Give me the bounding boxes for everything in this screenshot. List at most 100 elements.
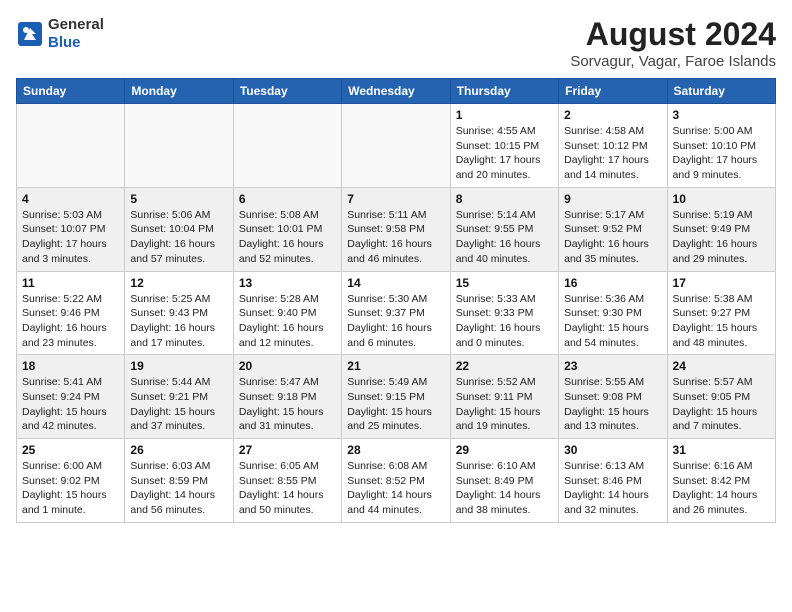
day-info: Sunrise: 5:33 AMSunset: 9:33 PMDaylight:… (456, 292, 553, 351)
calendar-cell: 29 Sunrise: 6:10 AMSunset: 8:49 PMDayligh… (450, 439, 558, 523)
calendar-cell: 31 Sunrise: 6:16 AMSunset: 8:42 PMDayligh… (667, 439, 775, 523)
day-number: 19 (130, 359, 227, 373)
day-info: Sunrise: 4:58 AMSunset: 10:12 PMDaylight… (564, 124, 661, 183)
day-number: 13 (239, 276, 336, 290)
calendar-cell: 9 Sunrise: 5:17 AMSunset: 9:52 PMDaylight… (559, 187, 667, 271)
calendar-cell: 11 Sunrise: 5:22 AMSunset: 9:46 PMDayligh… (17, 271, 125, 355)
calendar-cell: 7Sunrise: 5:11 AMSunset: 9:58 PMDaylight… (342, 187, 450, 271)
day-info: Sunrise: 5:17 AMSunset: 9:52 PMDaylight:… (564, 208, 661, 267)
weekday-header-thursday: Thursday (450, 79, 558, 104)
day-info: Sunrise: 5:08 AMSunset: 10:01 PMDaylight… (239, 208, 336, 267)
day-info: Sunrise: 5:22 AMSunset: 9:46 PMDaylight:… (22, 292, 119, 351)
day-info: Sunrise: 6:16 AMSunset: 8:42 PMDaylight:… (673, 459, 770, 518)
day-number: 4 (22, 192, 119, 206)
calendar-week-2: 4 Sunrise: 5:03 AMSunset: 10:07 PMDayligh… (17, 187, 776, 271)
logo-icon (16, 20, 44, 48)
day-info: Sunrise: 5:57 AMSunset: 9:05 PMDaylight:… (673, 375, 770, 434)
calendar-cell: 26Sunrise: 6:03 AMSunset: 8:59 PMDayligh… (125, 439, 233, 523)
day-info: Sunrise: 5:36 AMSunset: 9:30 PMDaylight:… (564, 292, 661, 351)
day-number: 11 (22, 276, 119, 290)
calendar-cell: 2 Sunrise: 4:58 AMSunset: 10:12 PMDayligh… (559, 104, 667, 188)
calendar-week-5: 25Sunrise: 6:00 AMSunset: 9:02 PMDayligh… (17, 439, 776, 523)
day-info: Sunrise: 5:25 AMSunset: 9:43 PMDaylight:… (130, 292, 227, 351)
calendar-cell: 22 Sunrise: 5:52 AMSunset: 9:11 PMDayligh… (450, 355, 558, 439)
day-info: Sunrise: 5:14 AMSunset: 9:55 PMDaylight:… (456, 208, 553, 267)
day-number: 9 (564, 192, 661, 206)
calendar-body: 1 Sunrise: 4:55 AMSunset: 10:15 PMDayligh… (17, 104, 776, 523)
day-number: 18 (22, 359, 119, 373)
calendar-cell: 21 Sunrise: 5:49 AMSunset: 9:15 PMDayligh… (342, 355, 450, 439)
day-info: Sunrise: 5:52 AMSunset: 9:11 PMDaylight:… (456, 375, 553, 434)
day-info: Sunrise: 5:30 AMSunset: 9:37 PMDaylight:… (347, 292, 444, 351)
weekday-header-friday: Friday (559, 79, 667, 104)
day-number: 15 (456, 276, 553, 290)
calendar-cell: 12 Sunrise: 5:25 AMSunset: 9:43 PMDayligh… (125, 271, 233, 355)
calendar-table: SundayMondayTuesdayWednesdayThursdayFrid… (16, 78, 776, 523)
day-info: Sunrise: 5:03 AMSunset: 10:07 PMDaylight… (22, 208, 119, 267)
day-number: 2 (564, 108, 661, 122)
day-number: 3 (673, 108, 770, 122)
day-number: 24 (673, 359, 770, 373)
calendar-cell (125, 104, 233, 188)
day-info: Sunrise: 5:00 AMSunset: 10:10 PMDaylight… (673, 124, 770, 183)
calendar-cell: 10Sunrise: 5:19 AMSunset: 9:49 PMDayligh… (667, 187, 775, 271)
day-info: Sunrise: 6:13 AMSunset: 8:46 PMDaylight:… (564, 459, 661, 518)
day-number: 22 (456, 359, 553, 373)
day-number: 17 (673, 276, 770, 290)
day-info: Sunrise: 5:19 AMSunset: 9:49 PMDaylight:… (673, 208, 770, 267)
calendar-cell: 27 Sunrise: 6:05 AMSunset: 8:55 PMDayligh… (233, 439, 341, 523)
calendar-week-1: 1 Sunrise: 4:55 AMSunset: 10:15 PMDayligh… (17, 104, 776, 188)
day-info: Sunrise: 5:49 AMSunset: 9:15 PMDaylight:… (347, 375, 444, 434)
day-number: 6 (239, 192, 336, 206)
day-info: Sunrise: 6:10 AMSunset: 8:49 PMDaylight:… (456, 459, 553, 518)
weekday-header-monday: Monday (125, 79, 233, 104)
day-info: Sunrise: 5:47 AMSunset: 9:18 PMDaylight:… (239, 375, 336, 434)
calendar-week-4: 18 Sunrise: 5:41 AMSunset: 9:24 PMDayligh… (17, 355, 776, 439)
logo-blue: Blue (48, 34, 104, 52)
day-info: Sunrise: 5:55 AMSunset: 9:08 PMDaylight:… (564, 375, 661, 434)
day-number: 28 (347, 443, 444, 457)
month-year: August 2024 (570, 16, 776, 53)
calendar-cell: 16Sunrise: 5:36 AMSunset: 9:30 PMDayligh… (559, 271, 667, 355)
day-info: Sunrise: 6:00 AMSunset: 9:02 PMDaylight:… (22, 459, 119, 518)
logo-general: General (48, 16, 104, 34)
day-info: Sunrise: 6:08 AMSunset: 8:52 PMDaylight:… (347, 459, 444, 518)
day-number: 12 (130, 276, 227, 290)
page-header: General Blue August 2024 Sorvagur, Vagar… (16, 16, 776, 70)
day-info: Sunrise: 5:44 AMSunset: 9:21 PMDaylight:… (130, 375, 227, 434)
calendar-cell (233, 104, 341, 188)
day-number: 31 (673, 443, 770, 457)
calendar-cell: 1 Sunrise: 4:55 AMSunset: 10:15 PMDayligh… (450, 104, 558, 188)
calendar-cell: 13 Sunrise: 5:28 AMSunset: 9:40 PMDayligh… (233, 271, 341, 355)
calendar-week-3: 11 Sunrise: 5:22 AMSunset: 9:46 PMDayligh… (17, 271, 776, 355)
day-info: Sunrise: 5:41 AMSunset: 9:24 PMDaylight:… (22, 375, 119, 434)
day-info: Sunrise: 4:55 AMSunset: 10:15 PMDaylight… (456, 124, 553, 183)
day-number: 27 (239, 443, 336, 457)
day-info: Sunrise: 5:28 AMSunset: 9:40 PMDaylight:… (239, 292, 336, 351)
calendar-cell: 18 Sunrise: 5:41 AMSunset: 9:24 PMDayligh… (17, 355, 125, 439)
day-info: Sunrise: 6:05 AMSunset: 8:55 PMDaylight:… (239, 459, 336, 518)
calendar-cell: 14 Sunrise: 5:30 AMSunset: 9:37 PMDayligh… (342, 271, 450, 355)
day-number: 5 (130, 192, 227, 206)
day-number: 29 (456, 443, 553, 457)
day-number: 23 (564, 359, 661, 373)
calendar-cell: 30Sunrise: 6:13 AMSunset: 8:46 PMDayligh… (559, 439, 667, 523)
day-number: 1 (456, 108, 553, 122)
calendar-cell (342, 104, 450, 188)
day-info: Sunrise: 5:38 AMSunset: 9:27 PMDaylight:… (673, 292, 770, 351)
weekday-header-saturday: Saturday (667, 79, 775, 104)
calendar-cell: 8Sunrise: 5:14 AMSunset: 9:55 PMDaylight… (450, 187, 558, 271)
calendar-cell: 15 Sunrise: 5:33 AMSunset: 9:33 PMDayligh… (450, 271, 558, 355)
calendar-header-row: SundayMondayTuesdayWednesdayThursdayFrid… (17, 79, 776, 104)
day-number: 14 (347, 276, 444, 290)
calendar-cell: 6 Sunrise: 5:08 AMSunset: 10:01 PMDayligh… (233, 187, 341, 271)
day-info: Sunrise: 5:06 AMSunset: 10:04 PMDaylight… (130, 208, 227, 267)
day-number: 26 (130, 443, 227, 457)
calendar-cell: 20Sunrise: 5:47 AMSunset: 9:18 PMDayligh… (233, 355, 341, 439)
day-number: 21 (347, 359, 444, 373)
day-info: Sunrise: 5:11 AMSunset: 9:58 PMDaylight:… (347, 208, 444, 267)
calendar-cell (17, 104, 125, 188)
weekday-header-sunday: Sunday (17, 79, 125, 104)
location: Sorvagur, Vagar, Faroe Islands (570, 53, 776, 70)
logo: General Blue (16, 16, 104, 52)
